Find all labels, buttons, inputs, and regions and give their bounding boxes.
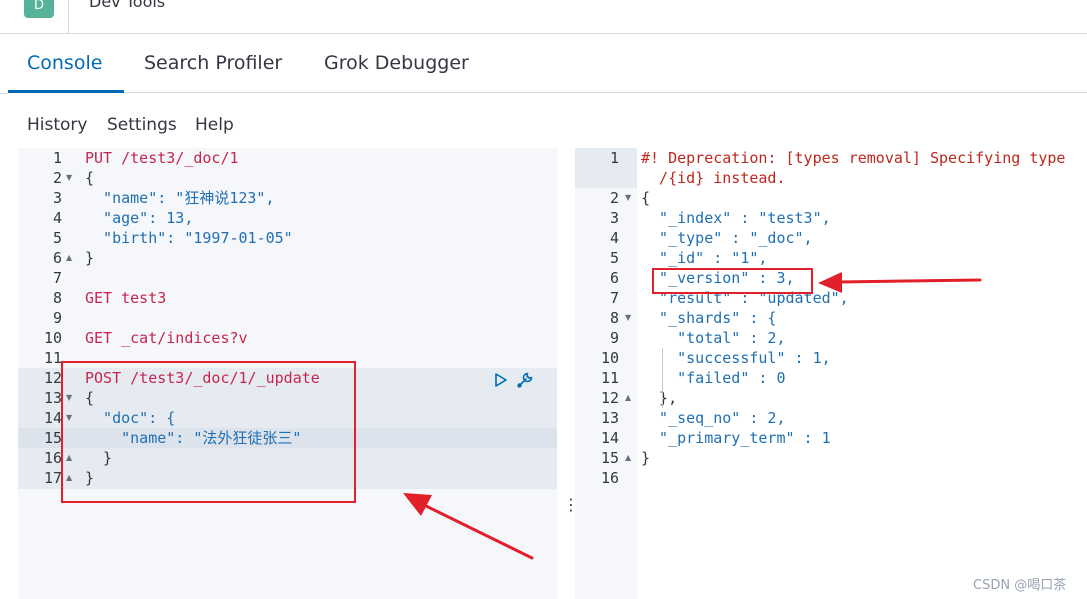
line-number: 15 bbox=[600, 449, 619, 467]
line-number: 11 bbox=[43, 349, 62, 367]
line-number: 10 bbox=[600, 349, 619, 367]
tab-search-profiler[interactable]: Search Profiler bbox=[144, 50, 282, 76]
wrench-icon[interactable] bbox=[515, 370, 535, 390]
play-icon[interactable] bbox=[493, 370, 509, 390]
line-number: 1 bbox=[609, 149, 619, 167]
line-number: 6 bbox=[609, 269, 619, 287]
line-number: 1 bbox=[52, 149, 62, 167]
line-number: 8 bbox=[609, 309, 619, 327]
help-link[interactable]: Help bbox=[195, 115, 234, 135]
response-line: "_index" : "test3", bbox=[641, 209, 831, 227]
fold-close-icon[interactable]: ▲ bbox=[66, 248, 72, 268]
settings-link[interactable]: Settings bbox=[107, 115, 177, 135]
history-link[interactable]: History bbox=[27, 115, 87, 135]
line-number: 3 bbox=[52, 189, 62, 207]
fold-open-icon[interactable]: ▼ bbox=[625, 308, 631, 328]
response-line: }, bbox=[641, 389, 678, 407]
response-line: "successful" : 1, bbox=[641, 349, 831, 367]
response-line: "_shards" : { bbox=[641, 309, 777, 327]
line-number: 16 bbox=[43, 449, 62, 467]
line-number: 14 bbox=[600, 429, 619, 447]
line-number: 8 bbox=[52, 289, 62, 307]
response-line: #! Deprecation: [types removal] Specifyi… bbox=[641, 149, 1066, 167]
response-line: "_type" : "_doc", bbox=[641, 229, 813, 247]
annotation-box-version bbox=[652, 268, 813, 294]
header-divider bbox=[68, 0, 69, 34]
line-number: 5 bbox=[609, 249, 619, 267]
line-number: 13 bbox=[600, 409, 619, 427]
response-viewer[interactable]: 1 2 3 4 5 6 7 8 9 10 11 12 13 14 15 16 ▼… bbox=[575, 148, 1087, 599]
line-number: 4 bbox=[52, 209, 62, 227]
fold-close-icon[interactable]: ▲ bbox=[625, 448, 631, 468]
pane-splitter[interactable] bbox=[557, 148, 575, 599]
response-line: } bbox=[641, 449, 651, 467]
app-avatar[interactable]: D bbox=[24, 0, 54, 18]
fold-open-icon[interactable]: ▼ bbox=[66, 168, 72, 188]
line-number: 4 bbox=[609, 229, 619, 247]
request-line: GET test3 bbox=[85, 289, 167, 307]
request-line: "age": 13, bbox=[85, 209, 194, 227]
tab-console[interactable]: Console bbox=[27, 50, 102, 76]
tab-grok-debugger[interactable]: Grok Debugger bbox=[324, 50, 469, 76]
response-line: "_id" : "1", bbox=[641, 249, 768, 267]
response-line: /{id} instead. bbox=[641, 169, 786, 187]
devtools-tabs: Console Search Profiler Grok Debugger bbox=[8, 40, 1087, 93]
response-line: "total" : 2, bbox=[641, 329, 786, 347]
line-number: 2 bbox=[52, 169, 62, 187]
line-number: 9 bbox=[609, 329, 619, 347]
request-line: "birth": "1997-01-05" bbox=[85, 229, 293, 247]
request-line: GET _cat/indices?v bbox=[85, 329, 248, 347]
line-number: 2 bbox=[609, 189, 619, 207]
line-number: 14 bbox=[43, 409, 62, 427]
line-number: 9 bbox=[52, 309, 62, 327]
request-line: PUT /test3/_doc/1 bbox=[85, 149, 239, 167]
request-line: } bbox=[85, 249, 95, 267]
app-title: Dev Tools bbox=[89, 0, 166, 11]
active-tab-indicator bbox=[8, 90, 124, 93]
request-line: { bbox=[85, 169, 95, 187]
watermark: CSDN @喝口茶 bbox=[973, 578, 1067, 593]
response-line: "_primary_term" : 1 bbox=[641, 429, 831, 447]
request-line: "name": "狂神说123", bbox=[85, 189, 275, 207]
line-number: 10 bbox=[43, 329, 62, 347]
line-number: 5 bbox=[52, 229, 62, 247]
line-number: 3 bbox=[609, 209, 619, 227]
line-number: 7 bbox=[609, 289, 619, 307]
line-number: 12 bbox=[43, 369, 62, 387]
app-header: D Dev Tools bbox=[0, 0, 1087, 34]
tab-bar-edge bbox=[0, 93, 8, 94]
annotation-box-update-request bbox=[61, 361, 356, 503]
line-number: 16 bbox=[600, 469, 619, 487]
fold-close-icon[interactable]: ▲ bbox=[625, 388, 631, 408]
line-number: 7 bbox=[52, 269, 62, 287]
line-number: 6 bbox=[52, 249, 62, 267]
line-number: 15 bbox=[43, 429, 62, 447]
line-number: 13 bbox=[43, 389, 62, 407]
response-line: { bbox=[641, 189, 651, 207]
line-number: 12 bbox=[600, 389, 619, 407]
response-line: "_seq_no" : 2, bbox=[641, 409, 786, 427]
indent-guide bbox=[662, 348, 663, 408]
line-number: 17 bbox=[43, 469, 62, 487]
fold-open-icon[interactable]: ▼ bbox=[625, 188, 631, 208]
line-number: 11 bbox=[600, 369, 619, 387]
